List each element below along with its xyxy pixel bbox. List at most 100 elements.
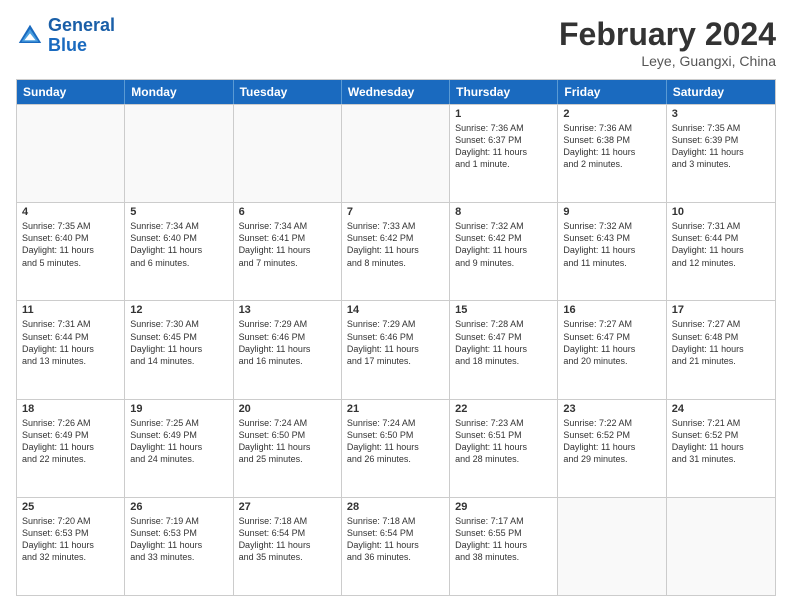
day-cell-24: 24 Sunrise: 7:21 AM Sunset: 6:52 PM Dayli… (667, 400, 775, 497)
day-info: Sunrise: 7:28 AM Sunset: 6:47 PM Dayligh… (455, 318, 552, 367)
day-info: Sunrise: 7:24 AM Sunset: 6:50 PM Dayligh… (347, 417, 444, 466)
day-info: Sunrise: 7:33 AM Sunset: 6:42 PM Dayligh… (347, 220, 444, 269)
day-cell-17: 17 Sunrise: 7:27 AM Sunset: 6:48 PM Dayli… (667, 301, 775, 398)
day-number: 14 (347, 304, 444, 316)
calendar-row-0: 1 Sunrise: 7:36 AM Sunset: 6:37 PM Daylig… (17, 104, 775, 202)
day-number: 15 (455, 304, 552, 316)
day-cell-3: 3Sunrise: 7:35 AM Sunset: 6:39 PM Daylig… (667, 105, 775, 202)
day-cell-4: 4 Sunrise: 7:35 AM Sunset: 6:40 PM Daylig… (17, 203, 125, 300)
weekday-header-saturday: Saturday (667, 80, 775, 104)
header: General Blue February 2024 Leye, Guangxi… (16, 16, 776, 69)
day-cell-16: 16 Sunrise: 7:27 AM Sunset: 6:47 PM Dayli… (558, 301, 666, 398)
page: General Blue February 2024 Leye, Guangxi… (0, 0, 792, 612)
calendar-row-4: 25Sunrise: 7:20 AM Sunset: 6:53 PM Dayli… (17, 497, 775, 595)
day-info: Sunrise: 7:24 AM Sunset: 6:50 PM Dayligh… (239, 417, 336, 466)
day-info: Sunrise: 7:17 AM Sunset: 6:55 PM Dayligh… (455, 515, 552, 564)
day-number: 7 (347, 206, 444, 218)
day-cell-8: 8 Sunrise: 7:32 AM Sunset: 6:42 PM Daylig… (450, 203, 558, 300)
day-number: 24 (672, 403, 770, 415)
day-number: 28 (347, 501, 444, 513)
day-info: Sunrise: 7:25 AM Sunset: 6:49 PM Dayligh… (130, 417, 227, 466)
day-number: 1 (455, 108, 552, 120)
weekday-header-wednesday: Wednesday (342, 80, 450, 104)
day-number: 23 (563, 403, 660, 415)
day-cell-2: 2 Sunrise: 7:36 AM Sunset: 6:38 PM Daylig… (558, 105, 666, 202)
day-cell-5: 5Sunrise: 7:34 AM Sunset: 6:40 PM Daylig… (125, 203, 233, 300)
day-cell-empty-0-2 (234, 105, 342, 202)
day-cell-7: 7 Sunrise: 7:33 AM Sunset: 6:42 PM Daylig… (342, 203, 450, 300)
day-cell-28: 28 Sunrise: 7:18 AM Sunset: 6:54 PM Dayli… (342, 498, 450, 595)
day-info: Sunrise: 7:36 AM Sunset: 6:38 PM Dayligh… (563, 122, 660, 171)
day-number: 9 (563, 206, 660, 218)
day-cell-20: 20 Sunrise: 7:24 AM Sunset: 6:50 PM Dayli… (234, 400, 342, 497)
day-cell-9: 9 Sunrise: 7:32 AM Sunset: 6:43 PM Daylig… (558, 203, 666, 300)
day-cell-15: 15 Sunrise: 7:28 AM Sunset: 6:47 PM Dayli… (450, 301, 558, 398)
day-cell-26: 26Sunrise: 7:19 AM Sunset: 6:53 PM Dayli… (125, 498, 233, 595)
calendar-row-1: 4 Sunrise: 7:35 AM Sunset: 6:40 PM Daylig… (17, 202, 775, 300)
day-cell-empty-0-3 (342, 105, 450, 202)
day-number: 20 (239, 403, 336, 415)
day-number: 25 (22, 501, 119, 513)
day-info: Sunrise: 7:29 AM Sunset: 6:46 PM Dayligh… (239, 318, 336, 367)
day-number: 10 (672, 206, 770, 218)
day-number: 29 (455, 501, 552, 513)
day-cell-25: 25Sunrise: 7:20 AM Sunset: 6:53 PM Dayli… (17, 498, 125, 595)
day-cell-10: 10 Sunrise: 7:31 AM Sunset: 6:44 PM Dayli… (667, 203, 775, 300)
day-number: 13 (239, 304, 336, 316)
day-cell-6: 6 Sunrise: 7:34 AM Sunset: 6:41 PM Daylig… (234, 203, 342, 300)
day-number: 21 (347, 403, 444, 415)
day-info: Sunrise: 7:29 AM Sunset: 6:46 PM Dayligh… (347, 318, 444, 367)
day-cell-1: 1 Sunrise: 7:36 AM Sunset: 6:37 PM Daylig… (450, 105, 558, 202)
logo-text: General Blue (48, 16, 115, 56)
day-cell-12: 12 Sunrise: 7:30 AM Sunset: 6:45 PM Dayli… (125, 301, 233, 398)
day-info: Sunrise: 7:32 AM Sunset: 6:42 PM Dayligh… (455, 220, 552, 269)
day-info: Sunrise: 7:22 AM Sunset: 6:52 PM Dayligh… (563, 417, 660, 466)
day-cell-11: 11 Sunrise: 7:31 AM Sunset: 6:44 PM Dayli… (17, 301, 125, 398)
day-number: 4 (22, 206, 119, 218)
logo-general: General (48, 15, 115, 35)
day-info: Sunrise: 7:18 AM Sunset: 6:54 PM Dayligh… (347, 515, 444, 564)
day-cell-19: 19 Sunrise: 7:25 AM Sunset: 6:49 PM Dayli… (125, 400, 233, 497)
day-cell-29: 29 Sunrise: 7:17 AM Sunset: 6:55 PM Dayli… (450, 498, 558, 595)
day-number: 12 (130, 304, 227, 316)
day-number: 27 (239, 501, 336, 513)
day-number: 18 (22, 403, 119, 415)
day-cell-empty-4-6 (667, 498, 775, 595)
location: Leye, Guangxi, China (559, 53, 776, 69)
calendar-header-row: SundayMondayTuesdayWednesdayThursdayFrid… (17, 80, 775, 104)
day-info: Sunrise: 7:30 AM Sunset: 6:45 PM Dayligh… (130, 318, 227, 367)
day-cell-27: 27 Sunrise: 7:18 AM Sunset: 6:54 PM Dayli… (234, 498, 342, 595)
weekday-header-friday: Friday (558, 80, 666, 104)
day-number: 19 (130, 403, 227, 415)
day-info: Sunrise: 7:27 AM Sunset: 6:47 PM Dayligh… (563, 318, 660, 367)
day-info: Sunrise: 7:32 AM Sunset: 6:43 PM Dayligh… (563, 220, 660, 269)
logo-icon (16, 22, 44, 50)
day-info: Sunrise: 7:35 AM Sunset: 6:39 PM Dayligh… (672, 122, 770, 171)
weekday-header-thursday: Thursday (450, 80, 558, 104)
day-info: Sunrise: 7:23 AM Sunset: 6:51 PM Dayligh… (455, 417, 552, 466)
day-info: Sunrise: 7:26 AM Sunset: 6:49 PM Dayligh… (22, 417, 119, 466)
day-info: Sunrise: 7:34 AM Sunset: 6:41 PM Dayligh… (239, 220, 336, 269)
day-info: Sunrise: 7:31 AM Sunset: 6:44 PM Dayligh… (22, 318, 119, 367)
day-cell-empty-0-0 (17, 105, 125, 202)
day-number: 17 (672, 304, 770, 316)
day-number: 5 (130, 206, 227, 218)
day-number: 11 (22, 304, 119, 316)
day-info: Sunrise: 7:31 AM Sunset: 6:44 PM Dayligh… (672, 220, 770, 269)
day-info: Sunrise: 7:27 AM Sunset: 6:48 PM Dayligh… (672, 318, 770, 367)
day-cell-23: 23 Sunrise: 7:22 AM Sunset: 6:52 PM Dayli… (558, 400, 666, 497)
day-info: Sunrise: 7:35 AM Sunset: 6:40 PM Dayligh… (22, 220, 119, 269)
day-number: 2 (563, 108, 660, 120)
day-number: 6 (239, 206, 336, 218)
day-info: Sunrise: 7:18 AM Sunset: 6:54 PM Dayligh… (239, 515, 336, 564)
day-info: Sunrise: 7:21 AM Sunset: 6:52 PM Dayligh… (672, 417, 770, 466)
day-number: 16 (563, 304, 660, 316)
day-cell-21: 21 Sunrise: 7:24 AM Sunset: 6:50 PM Dayli… (342, 400, 450, 497)
day-info: Sunrise: 7:36 AM Sunset: 6:37 PM Dayligh… (455, 122, 552, 171)
weekday-header-monday: Monday (125, 80, 233, 104)
calendar: SundayMondayTuesdayWednesdayThursdayFrid… (16, 79, 776, 596)
calendar-row-3: 18 Sunrise: 7:26 AM Sunset: 6:49 PM Dayli… (17, 399, 775, 497)
day-cell-empty-4-5 (558, 498, 666, 595)
month-year: February 2024 (559, 16, 776, 53)
day-number: 8 (455, 206, 552, 218)
